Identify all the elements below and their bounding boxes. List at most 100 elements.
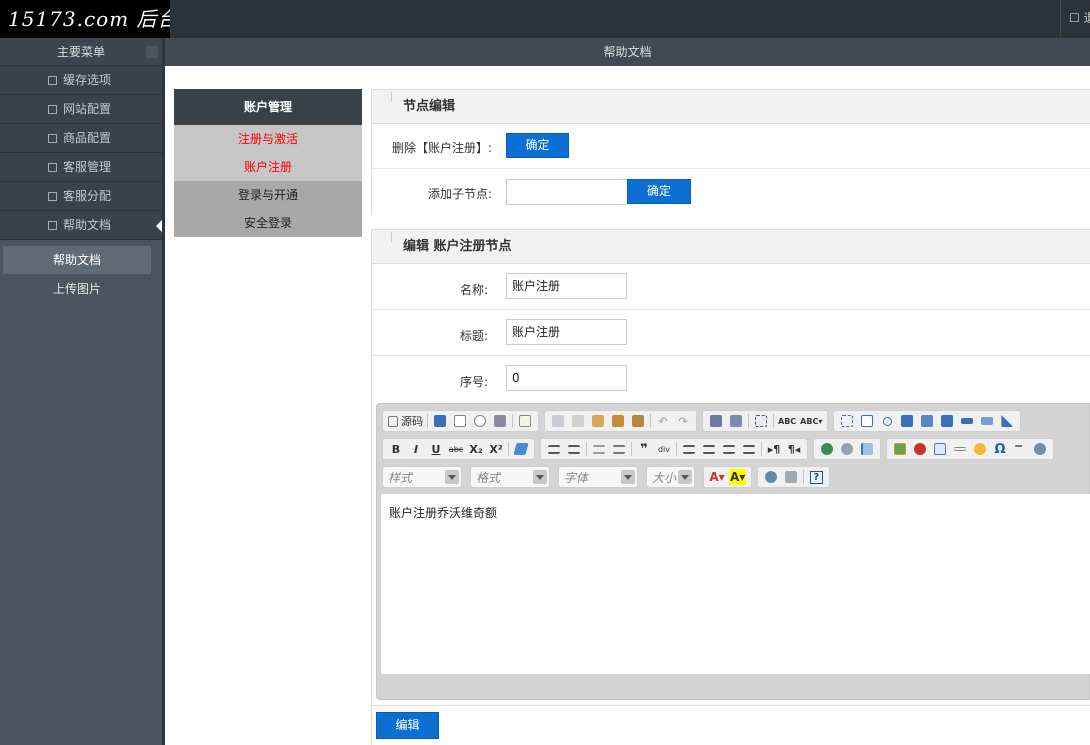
delete-confirm-button[interactable]: 确定 bbox=[506, 133, 569, 158]
superscript-button[interactable]: X² bbox=[488, 441, 504, 457]
rich-text-editor: 源码 ↶ ↷ ABC ABC▾ B I U abc X₂ X² ❞ div ▸¶… bbox=[376, 403, 1090, 700]
spellcheck-as-you-type-button[interactable]: ABC▾ bbox=[800, 413, 822, 429]
strike-icon: abc bbox=[448, 444, 464, 454]
remove-format-button[interactable] bbox=[513, 441, 529, 457]
order-input[interactable]: 0 bbox=[506, 365, 627, 391]
submenu-item-help-docs[interactable]: 帮助文档 bbox=[3, 246, 151, 274]
textarea-button[interactable] bbox=[919, 413, 935, 429]
paste-text-button[interactable] bbox=[610, 413, 626, 429]
heading-row: 标题: 账户注册 bbox=[372, 310, 1090, 356]
align-center-button[interactable] bbox=[701, 441, 717, 457]
sidebar-item-support-manage[interactable]: 客服管理 bbox=[0, 153, 162, 182]
button-button[interactable] bbox=[959, 413, 975, 429]
save-button[interactable] bbox=[432, 413, 448, 429]
horizontal-rule-button[interactable] bbox=[952, 441, 968, 457]
undo-button[interactable]: ↶ bbox=[655, 413, 671, 429]
paste-word-button[interactable] bbox=[630, 413, 646, 429]
page-break-button[interactable] bbox=[1012, 441, 1028, 457]
logout-link[interactable]: ☐ 退 bbox=[1060, 0, 1090, 38]
text-field-button[interactable] bbox=[899, 413, 915, 429]
collapse-icon[interactable] bbox=[146, 46, 158, 58]
subscript-button[interactable]: X₂ bbox=[468, 441, 484, 457]
sidebar-item-product-config[interactable]: 商品配置 bbox=[0, 124, 162, 153]
print-button[interactable] bbox=[492, 413, 508, 429]
bulleted-list-button[interactable] bbox=[566, 441, 582, 457]
submenu-item-upload-image[interactable]: 上传图片 bbox=[3, 275, 151, 303]
align-right-button[interactable] bbox=[721, 441, 737, 457]
image-button[interactable] bbox=[892, 441, 908, 457]
editor-content[interactable]: 账户注册乔沃维奇额 bbox=[381, 494, 1090, 674]
sidebar-item-cache[interactable]: 缓存选项 bbox=[0, 66, 162, 95]
source-icon bbox=[388, 415, 398, 427]
flash-button[interactable] bbox=[912, 441, 928, 457]
add-child-confirm-button[interactable]: 确定 bbox=[627, 179, 691, 204]
maximize-icon bbox=[765, 471, 778, 483]
redo-button[interactable]: ↷ bbox=[675, 413, 691, 429]
checkbox-button[interactable] bbox=[859, 413, 875, 429]
text-color-button[interactable]: A▾ bbox=[709, 469, 725, 485]
source-button[interactable]: 源码 bbox=[388, 413, 423, 429]
font-combo[interactable]: 字体 bbox=[558, 466, 638, 488]
strike-button[interactable]: abc bbox=[448, 441, 464, 457]
inner-nav-item-secure-login[interactable]: 安全登录 bbox=[174, 209, 362, 237]
rtl-button[interactable]: ¶◂ bbox=[786, 441, 802, 457]
justify-button[interactable] bbox=[741, 441, 757, 457]
form-button[interactable] bbox=[839, 413, 855, 429]
inner-nav-item-login-open[interactable]: 登录与开通 bbox=[174, 181, 362, 209]
style-combo[interactable]: 样式 bbox=[382, 466, 462, 488]
radio-button[interactable] bbox=[879, 413, 895, 429]
add-child-input[interactable] bbox=[506, 179, 628, 205]
special-char-button[interactable]: Ω bbox=[992, 441, 1008, 457]
anchor-button[interactable] bbox=[859, 441, 875, 457]
hidden-field-button[interactable] bbox=[999, 413, 1015, 429]
underline-button[interactable]: U bbox=[428, 441, 444, 457]
align-right-icon bbox=[723, 444, 735, 454]
new-page-button[interactable] bbox=[452, 413, 468, 429]
unlink-button[interactable] bbox=[839, 441, 855, 457]
spellcheck-button[interactable]: ABC bbox=[778, 413, 796, 429]
about-button[interactable]: ? bbox=[808, 469, 824, 485]
indent-button[interactable] bbox=[611, 441, 627, 457]
delete-row: 删除【账户注册】: 确定 bbox=[372, 124, 1090, 169]
toolbar-separator bbox=[631, 442, 632, 456]
image-button-button[interactable] bbox=[979, 413, 995, 429]
maximize-button[interactable] bbox=[763, 469, 779, 485]
paste-button[interactable] bbox=[590, 413, 606, 429]
align-left-button[interactable] bbox=[681, 441, 697, 457]
bg-color-button[interactable]: A▾ bbox=[729, 469, 747, 485]
inner-nav-item-account-register[interactable]: 账户注册 bbox=[174, 153, 362, 181]
heading-input[interactable]: 账户注册 bbox=[506, 319, 627, 345]
sidebar-item-help-docs[interactable]: 帮助文档 bbox=[0, 211, 162, 240]
edit-submit-button[interactable]: 编辑 bbox=[376, 712, 439, 739]
select-all-button[interactable] bbox=[753, 413, 769, 429]
show-blocks-button[interactable] bbox=[783, 469, 799, 485]
outdent-button[interactable] bbox=[591, 441, 607, 457]
preview-button[interactable] bbox=[472, 413, 488, 429]
size-combo[interactable]: 大小 bbox=[646, 466, 695, 488]
link-button[interactable] bbox=[819, 441, 835, 457]
format-combo[interactable]: 格式 bbox=[470, 466, 550, 488]
select-button[interactable] bbox=[939, 413, 955, 429]
numbered-list-button[interactable] bbox=[546, 441, 562, 457]
find-button[interactable] bbox=[708, 413, 724, 429]
sidebar-item-support-assign[interactable]: 客服分配 bbox=[0, 182, 162, 211]
sidebar-item-site-config[interactable]: 网站配置 bbox=[0, 95, 162, 124]
table-button[interactable] bbox=[932, 441, 948, 457]
main-menu-label: 主要菜单 bbox=[56, 45, 105, 59]
templates-icon bbox=[519, 415, 531, 427]
div-container-button[interactable]: div bbox=[656, 441, 672, 457]
inner-nav-item-register-activate[interactable]: 注册与激活 bbox=[174, 125, 362, 153]
templates-button[interactable] bbox=[517, 413, 533, 429]
copy-button[interactable] bbox=[570, 413, 586, 429]
inner-nav-title[interactable]: 账户管理 bbox=[174, 89, 362, 125]
italic-button[interactable]: I bbox=[408, 441, 424, 457]
ltr-button[interactable]: ▸¶ bbox=[766, 441, 782, 457]
blockquote-button[interactable]: ❞ bbox=[636, 441, 652, 457]
replace-button[interactable] bbox=[728, 413, 744, 429]
bold-button[interactable]: B bbox=[388, 441, 404, 457]
cut-button[interactable] bbox=[550, 413, 566, 429]
iframe-button[interactable] bbox=[1032, 441, 1048, 457]
smiley-button[interactable] bbox=[972, 441, 988, 457]
sidebar: 主要菜单 缓存选项 网站配置 商品配置 客服管理 客服分配 帮助文档 帮助文档 … bbox=[0, 38, 162, 745]
name-input[interactable]: 账户注册 bbox=[506, 273, 627, 299]
